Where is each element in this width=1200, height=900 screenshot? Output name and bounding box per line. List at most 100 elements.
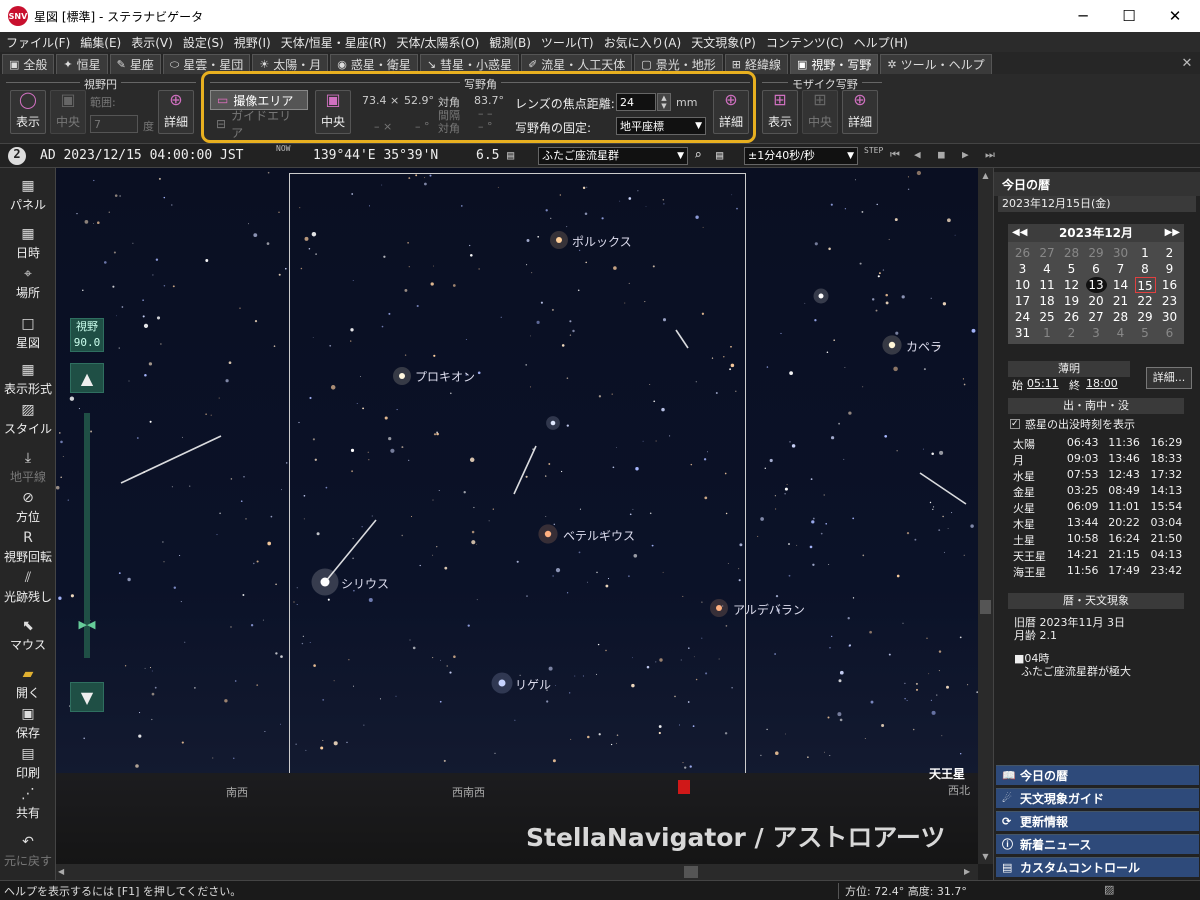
limit-magnitude[interactable]: 6.5: [476, 148, 499, 163]
tab-general[interactable]: ▣ 全般: [2, 54, 55, 74]
step-icon[interactable]: STEP: [864, 146, 883, 155]
news-button[interactable]: ⓘ 新着ニュース: [996, 834, 1199, 854]
calendar-day[interactable]: 11: [1037, 277, 1058, 293]
today-calendar-button[interactable]: 📖 今日の暦: [996, 765, 1199, 785]
calendar-day[interactable]: 5: [1061, 261, 1082, 277]
landmark-marker-icon[interactable]: [678, 780, 690, 794]
calendar-day[interactable]: 24: [1012, 309, 1033, 325]
star-label-rigel[interactable]: リゲル: [515, 676, 551, 693]
skip-back-icon[interactable]: ⏮: [890, 148, 900, 162]
planet-label-uranus[interactable]: 天王星: [929, 765, 965, 782]
fov-circle-center-button[interactable]: ▣ 中央: [50, 90, 86, 134]
tab-constellations[interactable]: ✎ 星座: [109, 54, 161, 74]
update-info-button[interactable]: ⟳ 更新情報: [996, 811, 1199, 831]
menu-solar[interactable]: 天体/太陽系(O): [396, 34, 479, 51]
calendar-day[interactable]: 12: [1061, 277, 1082, 293]
horizontal-scroll-thumb[interactable]: [684, 866, 698, 878]
maximize-button[interactable]: ☐: [1106, 0, 1152, 32]
calendar-day[interactable]: 14: [1110, 277, 1131, 293]
calendar-day[interactable]: 19: [1061, 293, 1082, 309]
calendar-day[interactable]: 1: [1037, 325, 1058, 341]
calendar-day[interactable]: 27: [1086, 309, 1107, 325]
calendar-day[interactable]: 28: [1110, 309, 1131, 325]
scroll-down-icon[interactable]: ▼: [978, 849, 993, 864]
menu-file[interactable]: ファイル(F): [6, 34, 70, 51]
tab-tools-help[interactable]: ✲ ツール・ヘルプ: [880, 54, 992, 74]
star-label-betelgeuse[interactable]: ベテルギウス: [563, 527, 635, 544]
tab-stars[interactable]: ✦ 恒星: [56, 54, 108, 74]
menu-settings[interactable]: 設定(S): [183, 34, 224, 51]
skip-forward-icon[interactable]: ⏭: [985, 148, 995, 162]
calendar-day[interactable]: 6: [1086, 261, 1107, 277]
share-button[interactable]: ⋰ 共有: [0, 786, 56, 821]
calendar-day[interactable]: 2: [1061, 325, 1082, 341]
location-button[interactable]: ⌖ 場所: [0, 266, 56, 301]
menu-tools[interactable]: ツール(T): [541, 34, 594, 51]
twilight-start[interactable]: 05:11: [1027, 377, 1059, 390]
menu-edit[interactable]: 編集(E): [80, 34, 121, 51]
twilight-end[interactable]: 18:00: [1086, 377, 1118, 390]
panel-button[interactable]: ▦ パネル: [0, 178, 56, 213]
calendar-day[interactable]: 20: [1086, 293, 1107, 309]
prev-year-icon[interactable]: ◀◀: [1012, 224, 1027, 242]
horizon-button[interactable]: ⤓ 地平線: [0, 450, 56, 485]
calendar-day[interactable]: 18: [1037, 293, 1058, 309]
menu-stars[interactable]: 天体/恒星・星座(R): [281, 34, 387, 51]
next-year-icon[interactable]: ▶▶: [1165, 224, 1180, 242]
calendar-day[interactable]: 28: [1061, 245, 1082, 261]
calendar-day[interactable]: 17: [1012, 293, 1033, 309]
custom-control-button[interactable]: ▤ カスタムコントロール: [996, 857, 1199, 877]
calendar-day[interactable]: 25: [1037, 309, 1058, 325]
target-search-select[interactable]: ふたご座流星群 ▼: [538, 147, 688, 165]
calendar-day[interactable]: 10: [1012, 277, 1033, 293]
zoom-slider-handle[interactable]: ▶◀: [68, 618, 106, 634]
calendar-day[interactable]: 4: [1110, 325, 1131, 341]
vertical-scrollbar[interactable]: ▲ ▼: [978, 168, 993, 864]
horizontal-scrollbar[interactable]: ◀ ▶: [56, 864, 978, 880]
stop-icon[interactable]: ■: [938, 148, 945, 161]
star-label-capella[interactable]: カペラ: [906, 338, 942, 355]
datetime-display[interactable]: AD 2023/12/15 04:00:00 JST: [40, 148, 244, 163]
scroll-up-icon[interactable]: ▲: [978, 168, 993, 183]
calendar-day[interactable]: 31: [1012, 325, 1033, 341]
calendar-day[interactable]: 4: [1037, 261, 1058, 277]
calendar-day[interactable]: 30: [1159, 309, 1180, 325]
trail-button[interactable]: ⫽ 光跡残し: [0, 570, 56, 605]
star-label-sirius[interactable]: シリウス: [341, 575, 389, 592]
display-format-button[interactable]: ▦ 表示形式: [0, 362, 56, 397]
close-button[interactable]: ✕: [1152, 0, 1198, 32]
calendar-day[interactable]: 1: [1135, 245, 1156, 261]
mosaic-detail-button[interactable]: ⊕ 詳細: [842, 90, 878, 134]
play-reverse-icon[interactable]: ◀: [914, 148, 921, 161]
play-icon[interactable]: ▶: [962, 148, 969, 161]
calendar-day[interactable]: 16: [1159, 277, 1180, 293]
star-label-procyon[interactable]: プロキオン: [415, 368, 475, 385]
calendar-day[interactable]: 29: [1086, 245, 1107, 261]
range-input[interactable]: 7: [90, 115, 138, 133]
calendar-day[interactable]: 29: [1135, 309, 1156, 325]
direction-button[interactable]: ⊘ 方位: [0, 490, 56, 525]
star-label-aldebaran[interactable]: アルデバラン: [733, 601, 805, 618]
list-icon[interactable]: ▤: [716, 148, 723, 162]
minimize-button[interactable]: ─: [1060, 0, 1106, 32]
menu-phenomena[interactable]: 天文現象(P): [691, 34, 756, 51]
scroll-right-icon[interactable]: ▶: [964, 864, 978, 880]
calendar-day[interactable]: 22: [1135, 293, 1156, 309]
undo-button[interactable]: ↶ 元に戻す: [0, 834, 56, 869]
menu-favorites[interactable]: お気に入り(A): [604, 34, 682, 51]
phenomena-guide-button[interactable]: ☄ 天文現象ガイド: [996, 788, 1199, 808]
datetime-button[interactable]: ▦ 日時: [0, 226, 56, 261]
show-planet-times-checkbox[interactable]: ✓ 惑星の出没時刻を表示: [1010, 416, 1135, 432]
calendar-day[interactable]: 30: [1110, 245, 1131, 261]
calendar-day[interactable]: 5: [1135, 325, 1156, 341]
mouse-button[interactable]: ⬉ マウス: [0, 618, 56, 653]
calendar-day[interactable]: 26: [1012, 245, 1033, 261]
time-step-select[interactable]: ±1分40秒/秒 ▼: [744, 147, 858, 165]
calendar-day[interactable]: 21: [1110, 293, 1131, 309]
scroll-left-icon[interactable]: ◀: [58, 864, 72, 880]
style-button[interactable]: ▨ スタイル: [0, 402, 56, 437]
location-display[interactable]: 139°44'E 35°39'N: [313, 148, 438, 163]
calendar-day[interactable]: 13: [1085, 277, 1107, 293]
save-button[interactable]: ▣ 保存: [0, 706, 56, 741]
fov-circle-show-button[interactable]: ◯ 表示: [10, 90, 46, 134]
